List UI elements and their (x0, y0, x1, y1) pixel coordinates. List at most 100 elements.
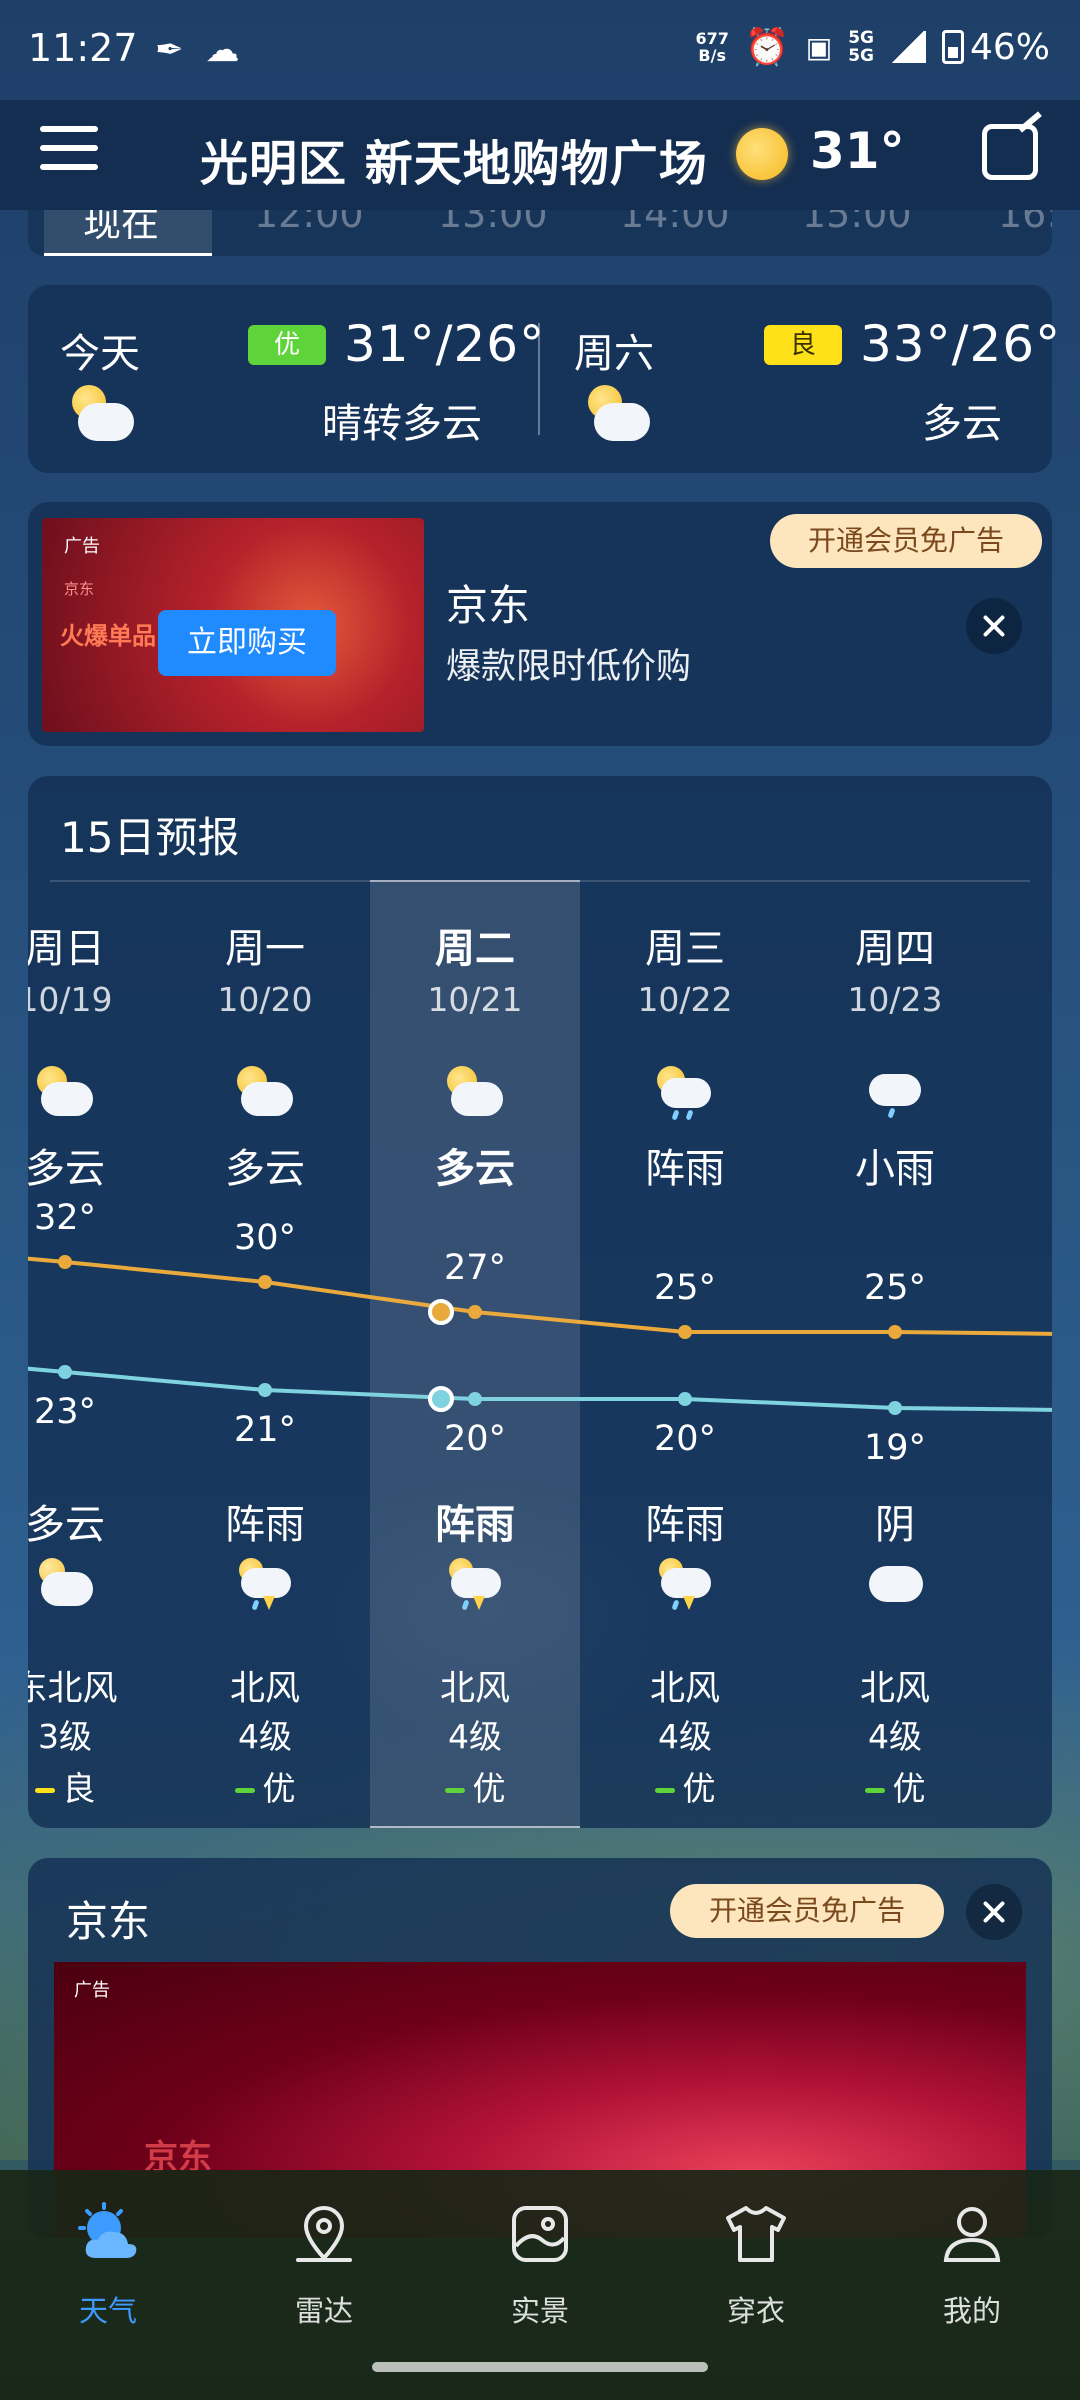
hourly-tab-now[interactable]: 现在 (83, 210, 159, 247)
hourly-tab[interactable]: 15:00 (802, 210, 912, 236)
aqi-label: 优 (892, 1769, 926, 1808)
sun-shower-icon (653, 1066, 717, 1122)
aqi-label: 优 (682, 1769, 716, 1808)
aqi-indicator (234, 1788, 255, 1793)
nav-profile[interactable]: 我的 (864, 2188, 1080, 2328)
aqi-label: 良 (62, 1769, 96, 1808)
forecast-wind-level: 3级 (38, 1717, 92, 1756)
weather-icon (78, 2202, 137, 2258)
map-pin-icon (296, 2206, 352, 2262)
today-temps: 31°/26° (344, 315, 546, 373)
nav-weather[interactable]: 天气 (0, 2188, 216, 2328)
forecast-night-condition: 阵雨 (435, 1502, 515, 1548)
ad-card[interactable]: 广告 京东 火爆单品 立即购买 京东 爆款限时低价购 开通会员免广告 (28, 502, 1052, 746)
buy-now-button[interactable]: 立即购买 (158, 610, 336, 676)
forecast-card: 15日预报 周日10/19多云多云东北风3级良32°23°周一10/20多云阵雨… (28, 776, 1052, 1828)
forecast-date: 10/21 (427, 980, 523, 1019)
forecast-date: 10/23 (847, 980, 943, 1019)
current-temperature: 31° (810, 122, 905, 180)
net-speed: 677 B/s (695, 29, 729, 65)
nav-label: 实景 (510, 2294, 569, 2328)
today-label: 今天 (60, 331, 140, 377)
close-ad-button[interactable] (966, 1884, 1022, 1940)
light-rain-icon (863, 1066, 927, 1122)
hourly-tab[interactable]: 14:00 (620, 210, 730, 236)
nav-label: 我的 (942, 2294, 1001, 2328)
nav-label: 天气 (78, 2294, 137, 2328)
nav-clothing[interactable]: 穿衣 (648, 2188, 864, 2328)
partly-cloudy-icon (584, 385, 654, 445)
location-title[interactable]: 光明区 新天地购物广场 (200, 124, 708, 194)
forecast-day-column[interactable]: 周一 10/20 多云 阵雨 北风 4级优 30° 21° (160, 776, 370, 1828)
battery-percent: 46% (969, 26, 1050, 68)
aqi-badge: 优 (248, 325, 326, 365)
forecast-weekday: 周一 (225, 926, 305, 972)
aqi-label: 优 (472, 1769, 506, 1808)
battery-icon (941, 30, 964, 64)
ad-image-brand: 京东 (64, 580, 95, 598)
thunder-shower-icon (443, 1556, 507, 1612)
today-tomorrow-card[interactable]: 今天 优 31°/26° 晴转多云 周六 良 33°/26° 多云 (28, 285, 1060, 473)
person-icon (943, 2207, 1001, 2262)
forecast-air-quality: 优 (790, 1762, 1000, 1810)
vip-remove-ads-button[interactable]: 开通会员免广告 (770, 514, 1042, 568)
nav-label: 穿衣 (726, 2294, 785, 2328)
ad-title[interactable]: 京东 (446, 572, 530, 633)
forecast-wind-level: 4级 (448, 1717, 502, 1756)
home-indicator[interactable] (372, 2362, 708, 2372)
landscape-photo-icon (512, 2206, 568, 2262)
feather-app-icon: ✒ (155, 30, 184, 70)
aqi-indicator (34, 1788, 55, 1793)
aqi-indicator (444, 1788, 465, 1793)
forecast-low-temp: 21° (233, 1410, 297, 1450)
tomorrow-temps: 33°/26° (860, 315, 1062, 373)
aqi-indicator (654, 1788, 675, 1793)
close-ad-button[interactable] (966, 598, 1022, 654)
forecast-high-temp: 25° (653, 1268, 717, 1308)
signal-icon (889, 31, 926, 63)
nav-label: 雷达 (294, 2294, 353, 2328)
forecast-wind-direction: 北风 (649, 1669, 720, 1709)
ad-subtitle[interactable]: 爆款限时低价购 (446, 638, 691, 689)
status-bar: 11:27 ✒ ☁ 677 B/s ⏰ ▣ 5G 5G 46% (0, 0, 1080, 100)
hourly-tab[interactable]: 16: (998, 210, 1052, 236)
forecast-day-column[interactable]: 周三 10/22 阵雨 阵雨 北风 4级优 25° 20° (580, 776, 790, 1828)
forecast-day-condition: 阵雨 (645, 1146, 725, 1192)
network-type: 5G 5G (848, 28, 874, 66)
aqi-badge: 良 (764, 325, 842, 365)
nav-radar[interactable]: 雷达 (216, 2188, 432, 2328)
forecast-wind-direction: 北风 (229, 1669, 300, 1709)
partly-cloudy-icon (33, 1066, 97, 1122)
forecast-wind-direction: 北风 (859, 1669, 930, 1709)
ad-title[interactable]: 京东 (66, 1888, 150, 1949)
forecast-low-temp: 19° (863, 1428, 927, 1468)
hourly-tab[interactable]: 13:00 (438, 210, 548, 236)
forecast-weekday: 周三 (645, 926, 725, 972)
ad-image[interactable]: 广告 京东 火爆单品 立即购买 (42, 518, 424, 732)
forecast-air-quality: 优 (160, 1762, 370, 1810)
forecast-high-temp: 30° (233, 1218, 297, 1258)
ad-image-headline: 火爆单品 (60, 622, 156, 650)
nav-scene[interactable]: 实景 (432, 2188, 648, 2328)
forecast-day-column[interactable]: 周日10/19多云多云东北风3级良32°23° (28, 776, 170, 1828)
sim-icon: ▣ (805, 30, 833, 64)
thunder-shower-icon (653, 1556, 717, 1612)
app-header: 光明区 新天地购物广场 31° (0, 100, 1080, 210)
hourly-tab[interactable]: 12:00 (254, 210, 364, 236)
cloudy-night-icon (33, 1556, 97, 1612)
vip-remove-ads-button[interactable]: 开通会员免广告 (670, 1884, 944, 1938)
ad-tag: 广告 (64, 536, 100, 557)
weather-notification-icon: ☁ (205, 30, 240, 70)
today-condition: 晴转多云 (322, 401, 482, 447)
menu-icon[interactable] (40, 126, 98, 176)
forecast-wind-direction: 北风 (439, 1669, 510, 1709)
forecast-day-column[interactable]: 周二 10/21 多云 阵雨 北风 4级优 27° 20° (370, 776, 580, 1828)
thunder-shower-icon (233, 1556, 297, 1612)
forecast-weekday: 周四 (855, 926, 935, 972)
forecast-date: 10/22 (637, 980, 733, 1019)
forecast-weekday: 周二 (435, 926, 515, 972)
partly-cloudy-icon (443, 1066, 507, 1122)
ad-tag: 广告 (74, 1980, 110, 2001)
share-icon[interactable] (982, 124, 1038, 180)
forecast-day-column[interactable]: 周四 10/23 小雨阴北风 4级优 25° 19° (790, 776, 1000, 1828)
